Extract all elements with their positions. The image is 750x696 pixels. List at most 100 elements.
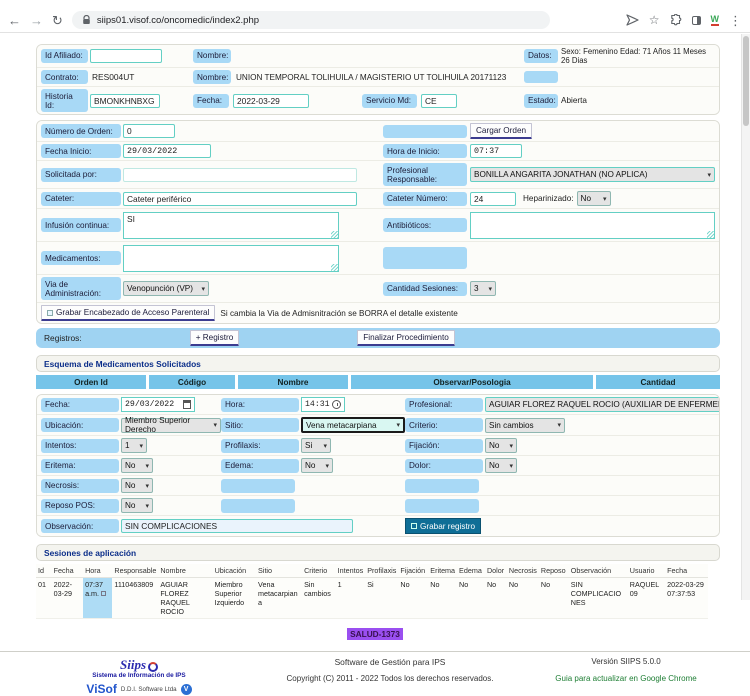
necrosis-select[interactable]: No ▾ [121,478,153,493]
footer-logos: Siips Sistema de Información de IPS ViSo… [24,657,254,696]
edema-select[interactable]: No ▾ [301,458,333,473]
esquema-table-header: Orden Id Código Nombre Observar/Posologi… [36,375,720,389]
cateter-numero-input[interactable] [470,192,516,206]
dolor-value: No [489,461,499,470]
cantidad-sesiones-value: 3 [474,284,479,293]
resize-grip-icon[interactable] [331,231,338,238]
solicitada-por-input[interactable] [123,168,357,182]
hora-inicio-input[interactable] [470,144,522,158]
via-administracion-value: Venopunción (VP) [127,284,193,293]
sitio-select[interactable]: Vena metacarpiana ▾ [301,417,405,433]
finalizar-procedimiento-button[interactable]: Finalizar Procedimiento [357,330,455,346]
antibioticos-label: Antibióticos: [383,218,467,232]
esq-fecha-input[interactable]: 29/03/2022 [121,397,195,412]
th-responsable: Responsable [112,564,158,578]
edema-value: No [305,461,315,470]
esq-hora-input[interactable]: 14:31 [301,397,345,412]
th-fecha-registro: Fecha [665,564,708,578]
cell-criterio: Sin cambios [302,578,336,619]
medicamentos-textarea[interactable] [123,245,339,272]
chrome-update-link[interactable]: Guia para actualizar en Google Chrome [555,674,696,683]
fijacion-select[interactable]: No ▾ [485,438,517,453]
observacion-input[interactable] [121,519,353,533]
profilaxis-value: Si [305,441,312,450]
bookmark-star-icon[interactable]: ☆ [649,14,660,26]
numero-orden-label: Número de Orden: [41,124,121,138]
cateter-input[interactable] [123,192,357,206]
historia-id-input[interactable] [90,94,160,108]
url-text: siips01.visof.co/oncomedic/index2.php [97,15,259,26]
th-nombre: Nombre [158,564,212,578]
visof-logo[interactable]: ViSof [86,682,116,696]
cell-profilaxis: Si [365,578,398,619]
medicamentos-label: Medicamentos: [41,251,121,265]
observacion-row: Observación: Grabar registro [37,516,719,536]
intentos-label: Intentos: [41,439,119,453]
save-icon [411,523,417,529]
cargar-orden-button[interactable]: Cargar Orden [470,123,532,139]
reposo-pos-select[interactable]: No ▾ [121,498,153,513]
extensions-puzzle-icon[interactable] [670,14,682,26]
chevron-down-icon: ▾ [396,421,400,429]
chevron-down-icon: ▾ [323,442,327,450]
add-registro-button[interactable]: + Registro [190,330,240,346]
edit-icon[interactable] [101,591,106,596]
nombre-label: Nombre: [193,49,231,63]
clock-icon[interactable] [332,400,341,409]
fecha-input[interactable] [233,94,309,108]
heparinizado-select[interactable]: No ▾ [577,191,611,206]
empty-chip [221,479,295,493]
criterio-select[interactable]: Sin cambios ▾ [485,418,565,433]
table-row[interactable]: 01 2022-03-29 07:37 a.m. 1110463809 AGUI… [36,578,708,619]
grabar-registro-button[interactable]: Grabar registro [405,518,481,534]
cantidad-sesiones-select[interactable]: 3 ▾ [470,281,496,296]
menu-kebab-icon[interactable]: ⋮ [729,14,742,27]
extension-badge-icon[interactable]: W [711,15,720,26]
grabar-encabezado-button[interactable]: Grabar Encabezado de Acceso Parenteral [41,305,215,321]
intentos-select[interactable]: 1 ▾ [121,438,147,453]
resize-grip-icon[interactable] [707,231,714,238]
fecha-inicio-input[interactable] [123,144,211,158]
chevron-down-icon: ▾ [488,285,492,293]
calendar-icon[interactable] [183,400,191,409]
resize-grip-icon[interactable] [331,264,338,271]
address-bar[interactable]: siips01.visof.co/oncomedic/index2.php [72,11,550,29]
eritema-select[interactable]: No ▾ [121,458,153,473]
numero-orden-input[interactable] [123,124,175,138]
estado-value: Abierta [561,96,587,105]
esq-profesional-select[interactable]: AGUIAR FLOREZ RAQUEL ROCIO (AUXILIAR DE … [485,397,720,412]
side-panel-icon[interactable] [692,16,701,25]
infusion-continua-textarea[interactable]: SI [123,212,339,239]
chevron-down-icon: ▾ [707,171,711,179]
scrollbar[interactable] [741,34,750,600]
col-observar: Observar/Posologia [351,375,593,389]
profilaxis-select[interactable]: Si ▾ [301,438,331,453]
forward-icon[interactable]: → [30,14,43,27]
servicio-md-input[interactable] [421,94,457,108]
esq-hora-label: Hora: [221,398,299,412]
cell-ubicacion: Miembro Superior Izquierdo [213,578,256,619]
reload-icon[interactable]: ↻ [52,14,63,27]
ubicacion-select[interactable]: Miembro Superior Derecho ▾ [121,418,221,433]
fecha-label: Fecha: [193,94,229,108]
scrollbar-thumb[interactable] [743,36,749,126]
medicamentos-row: Medicamentos: [37,242,719,275]
patient-row-2: Contrato: RES004UT Nombre: UNION TEMPORA… [37,68,719,87]
chevron-down-icon: ▾ [145,462,149,470]
cell-fecha-registro: 2022-03-29 07:37:53 [665,578,708,619]
dolor-select[interactable]: No ▾ [485,458,517,473]
antibioticos-textarea[interactable] [470,212,715,239]
via-administracion-select[interactable]: Venopunción (VP) ▾ [123,281,209,296]
th-dolor: Dolor [485,564,507,578]
chevron-down-icon: ▾ [213,421,217,429]
fijacion-label: Fijación: [405,439,483,453]
profesional-responsable-select[interactable]: BONILLA ANGARITA JONATHAN (NO APLICA) ▾ [470,167,715,182]
solicitada-por-label: Solicitada por: [41,168,121,182]
back-icon[interactable]: ← [8,14,21,27]
cell-hora[interactable]: 07:37 a.m. [83,578,112,619]
id-afiliado-input[interactable] [90,49,162,63]
patient-info-panel: Id Afiliado: Nombre: Datos: Sexo: Femeni… [36,44,720,115]
save-icon [47,310,53,316]
col-cantidad: Cantidad [596,375,720,389]
send-icon[interactable] [626,14,639,26]
